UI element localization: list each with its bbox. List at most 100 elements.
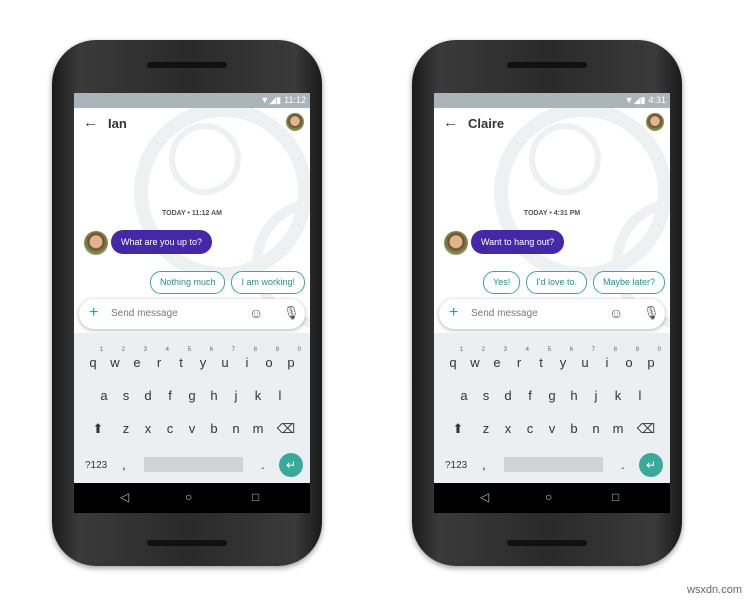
key-c[interactable]: c (159, 421, 181, 437)
key-h[interactable]: h (203, 388, 225, 403)
wifi-icon: ▼◢▮ (624, 95, 646, 105)
key-p[interactable]: p0 (280, 347, 302, 370)
key-t[interactable]: t5 (170, 347, 192, 370)
space-key[interactable] (144, 457, 243, 472)
key-n[interactable]: n (585, 421, 607, 437)
key-b[interactable]: b (203, 421, 225, 437)
key-s[interactable]: s (115, 388, 137, 403)
key-w[interactable]: w2 (104, 347, 126, 370)
symbols-key[interactable]: ?123 (445, 460, 467, 471)
recents-icon[interactable]: □ (612, 490, 619, 504)
key-m[interactable]: m (607, 421, 629, 437)
recents-icon[interactable]: □ (252, 490, 259, 504)
key-h[interactable]: h (563, 388, 585, 403)
key-d[interactable]: d (497, 388, 519, 403)
smart-reply-chip[interactable]: I am working! (231, 271, 305, 294)
key-f[interactable]: f (519, 388, 541, 403)
message-input[interactable]: + Send message ☺ 🎙 (439, 299, 665, 329)
emoji-icon[interactable]: ☺ (249, 305, 263, 321)
key-b[interactable]: b (563, 421, 585, 437)
avatar[interactable] (286, 113, 304, 131)
phone: ▼◢▮ 11:12 ← Ian TODAY • 11:12 AM What are… (52, 40, 322, 566)
key-k[interactable]: k (247, 388, 269, 403)
key-o[interactable]: o9 (258, 347, 280, 370)
period-key[interactable]: . (261, 457, 265, 472)
enter-icon[interactable]: ↵ (279, 453, 303, 477)
key-o[interactable]: o9 (618, 347, 640, 370)
key-a[interactable]: a (93, 388, 115, 403)
message-timestamp: TODAY • 4:31 PM (523, 210, 581, 217)
shift-key[interactable]: ⬆ (87, 421, 109, 437)
smart-reply-chip[interactable]: Yes! (483, 271, 521, 294)
key-z[interactable]: z (115, 421, 137, 437)
comma-key[interactable]: , (482, 457, 486, 472)
symbols-key[interactable]: ?123 (85, 460, 107, 471)
smart-reply-chip[interactable]: Maybe later? (592, 271, 665, 294)
mic-icon[interactable]: 🎙 (643, 305, 660, 321)
key-u[interactable]: u7 (574, 347, 596, 370)
smart-reply-chip[interactable]: Nothing much (149, 271, 226, 294)
key-d[interactable]: d (137, 388, 159, 403)
key-z[interactable]: z (475, 421, 497, 437)
plus-icon[interactable]: + (89, 304, 98, 322)
backspace-key[interactable]: ⌫ (635, 421, 657, 437)
key-y[interactable]: y6 (192, 347, 214, 370)
key-x[interactable]: x (137, 421, 159, 437)
key-c[interactable]: c (519, 421, 541, 437)
mic-icon[interactable]: 🎙 (283, 305, 300, 321)
comma-key[interactable]: , (122, 457, 126, 472)
home-icon[interactable]: ○ (185, 490, 192, 504)
key-n[interactable]: n (225, 421, 247, 437)
message-input[interactable]: + Send message ☺ 🎙 (79, 299, 305, 329)
key-x[interactable]: x (497, 421, 519, 437)
key-u[interactable]: u7 (214, 347, 236, 370)
key-q[interactable]: q1 (82, 347, 104, 370)
key-t[interactable]: t5 (530, 347, 552, 370)
key-y[interactable]: y6 (552, 347, 574, 370)
key-w[interactable]: w2 (464, 347, 486, 370)
key-s[interactable]: s (475, 388, 497, 403)
arrow-left-icon[interactable]: ← (443, 114, 458, 131)
key-i[interactable]: i8 (596, 347, 618, 370)
key-e[interactable]: e3 (486, 347, 508, 370)
key-j[interactable]: j (225, 388, 247, 403)
plus-icon[interactable]: + (449, 304, 458, 322)
back-nav-icon[interactable]: ◁ (480, 490, 489, 504)
key-a[interactable]: a (453, 388, 475, 403)
smart-replies: Nothing much I am working! (149, 271, 305, 294)
key-j[interactable]: j (585, 388, 607, 403)
key-k[interactable]: k (607, 388, 629, 403)
period-key[interactable]: . (621, 457, 625, 472)
key-p[interactable]: p0 (640, 347, 662, 370)
speaker (147, 62, 227, 68)
back-nav-icon[interactable]: ◁ (120, 490, 129, 504)
key-g[interactable]: g (181, 388, 203, 403)
key-v[interactable]: v (181, 421, 203, 437)
key-l[interactable]: l (269, 388, 291, 403)
home-icon[interactable]: ○ (545, 490, 552, 504)
key-m[interactable]: m (247, 421, 269, 437)
arrow-left-icon[interactable]: ← (83, 114, 98, 131)
avatar[interactable] (646, 113, 664, 131)
speaker (147, 540, 227, 546)
key-g[interactable]: g (541, 388, 563, 403)
status-bar: ▼◢▮ 4:31 (434, 93, 670, 108)
smart-replies: Yes! I'd love to. Maybe later? (483, 271, 665, 294)
key-q[interactable]: q1 (442, 347, 464, 370)
key-r[interactable]: r4 (508, 347, 530, 370)
smart-reply-chip[interactable]: I'd love to. (526, 271, 587, 294)
key-f[interactable]: f (159, 388, 181, 403)
speaker (507, 62, 587, 68)
key-v[interactable]: v (541, 421, 563, 437)
space-key[interactable] (504, 457, 603, 472)
key-l[interactable]: l (629, 388, 651, 403)
backspace-key[interactable]: ⌫ (275, 421, 297, 437)
key-e[interactable]: e3 (126, 347, 148, 370)
app-header: ← Claire (434, 108, 670, 140)
emoji-icon[interactable]: ☺ (609, 305, 623, 321)
shift-key[interactable]: ⬆ (447, 421, 469, 437)
app-header: ← Ian (74, 108, 310, 140)
key-i[interactable]: i8 (236, 347, 258, 370)
key-r[interactable]: r4 (148, 347, 170, 370)
enter-icon[interactable]: ↵ (639, 453, 663, 477)
